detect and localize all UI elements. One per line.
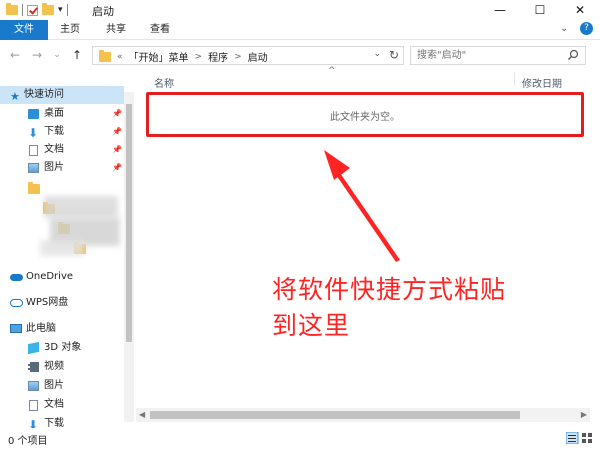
close-button[interactable]: ✕ [560, 0, 600, 20]
download-icon: ⬇ [28, 126, 39, 140]
video-icon [28, 362, 39, 372]
pin-icon[interactable]: 📌 [112, 159, 122, 177]
tab-file[interactable]: 文件 [0, 20, 48, 40]
pin-icon[interactable]: 📌 [112, 141, 122, 159]
empty-folder-message: 此文件夹为空。 [330, 112, 400, 123]
column-divider[interactable] [514, 72, 515, 86]
sidebar-item-3d-objects[interactable]: 3D 对象 [0, 339, 124, 357]
scrollbar-thumb[interactable] [150, 411, 520, 419]
forward-button[interactable]: → [30, 47, 44, 63]
pin-icon[interactable]: 📌 [112, 123, 122, 141]
sidebar-scrollbar[interactable] [124, 92, 134, 422]
title-bar: ▾ 启动 — ☐ ✕ [0, 0, 600, 20]
ribbon-tabs: 文件 主页 共享 查看 ⌄ ? [0, 20, 600, 40]
sidebar-item-pc-pictures[interactable]: 图片 [0, 377, 124, 395]
chevron-right-icon[interactable]: > [195, 52, 203, 62]
address-bar[interactable]: « 「开始」菜单 > 程序 > 启动 ⌄ ↻ [92, 46, 404, 65]
star-icon: ★ [10, 90, 20, 103]
sidebar-item-this-pc[interactable]: 此电脑 [0, 320, 124, 338]
sidebar-item-documents[interactable]: 文档 📌 [0, 141, 124, 159]
redacted-folders [0, 72, 134, 256]
recent-locations-button[interactable]: ⌄ [50, 47, 64, 63]
view-toggle[interactable] [566, 432, 594, 444]
cloud-drive-icon [10, 299, 23, 307]
item-count: 0 个项目 [8, 436, 48, 447]
folder-icon [6, 3, 18, 15]
expand-ribbon-icon[interactable]: ⌄ [560, 23, 568, 37]
folder-icon [28, 182, 40, 194]
chevron-right-icon[interactable]: > [234, 52, 242, 62]
pin-icon[interactable]: 📌 [112, 105, 122, 123]
up-button[interactable]: ↑ [70, 47, 84, 63]
new-folder-icon[interactable] [42, 3, 54, 15]
properties-icon[interactable] [27, 4, 38, 16]
customize-toolbar-icon[interactable]: ▾ [58, 4, 63, 16]
sidebar-item-desktop[interactable]: 桌面 📌 [0, 105, 124, 123]
download-icon: ⬇ [28, 418, 39, 428]
maximize-button[interactable]: ☐ [520, 0, 560, 20]
pictures-icon [28, 163, 39, 173]
sidebar-item-pictures[interactable]: 图片 📌 [0, 159, 124, 177]
minimize-button[interactable]: — [480, 0, 520, 20]
large-icons-view-icon[interactable] [582, 433, 586, 437]
desktop-icon [28, 109, 39, 119]
documents-icon [29, 145, 38, 156]
documents-icon [29, 400, 38, 411]
tab-share[interactable]: 共享 [96, 20, 136, 40]
sidebar-item-wps[interactable]: WPS网盘 [0, 294, 124, 312]
annotation-line-2: 到这里 [272, 311, 351, 340]
tab-view[interactable]: 查看 [140, 20, 180, 40]
search-icon[interactable] [567, 49, 579, 61]
annotation-line-1: 将软件快捷方式粘贴 [272, 275, 507, 304]
sidebar-item-onedrive[interactable]: OneDrive [0, 268, 124, 286]
navigation-pane: ★ 快速访问 桌面 📌 ⬇ 下载 📌 文档 📌 图片 📌 OneDrive WP [0, 72, 134, 428]
breadcrumb-programs[interactable]: 程序 [208, 49, 228, 64]
toolbar-separator [66, 4, 68, 16]
tab-home[interactable]: 主页 [50, 20, 90, 40]
refresh-icon[interactable]: ↻ [389, 48, 399, 62]
help-icon[interactable]: ? [580, 22, 593, 35]
address-dropdown-icon[interactable]: ⌄ [373, 49, 381, 59]
horizontal-scrollbar[interactable]: ◀ ▶ [136, 408, 590, 422]
pictures-icon [28, 381, 39, 391]
annotation-text: 将软件快捷方式粘贴 到这里 [272, 272, 592, 344]
status-bar: 0 个项目 [0, 428, 600, 450]
sidebar-item-quick-access[interactable]: ★ 快速访问 [0, 86, 124, 104]
sort-arrow-icon: ^ [328, 66, 336, 76]
window-title: 启动 [92, 5, 114, 18]
scroll-right-icon[interactable]: ▶ [581, 408, 587, 422]
quick-access-toolbar: ▾ [6, 3, 68, 17]
toolbar-separator [22, 4, 23, 16]
cube-icon [28, 341, 39, 355]
column-header: ^ 名称 修改日期 [136, 66, 600, 90]
folder-icon [99, 49, 111, 62]
breadcrumb-overflow[interactable]: « [117, 52, 123, 62]
sidebar-item-downloads[interactable]: ⬇ 下载 📌 [0, 123, 124, 141]
sidebar-item-pc-downloads[interactable]: ⬇ 下载 [0, 415, 124, 428]
annotation-arrow-icon [324, 150, 400, 262]
breadcrumb-startup[interactable]: 启动 [248, 49, 268, 64]
back-button[interactable]: ← [8, 47, 22, 63]
scrollbar-thumb[interactable] [126, 104, 132, 342]
computer-icon [10, 324, 22, 333]
cloud-icon [10, 274, 23, 281]
column-name[interactable]: 名称 [154, 75, 174, 90]
sidebar-item-pc-documents[interactable]: 文档 [0, 396, 124, 414]
scroll-left-icon[interactable]: ◀ [139, 408, 145, 422]
breadcrumb-start-menu[interactable]: 「开始」菜单 [129, 49, 189, 64]
column-date-modified[interactable]: 修改日期 [522, 75, 562, 90]
search-box[interactable] [410, 46, 586, 65]
sidebar-item-videos[interactable]: 视频 [0, 358, 124, 376]
search-input[interactable] [417, 48, 557, 63]
